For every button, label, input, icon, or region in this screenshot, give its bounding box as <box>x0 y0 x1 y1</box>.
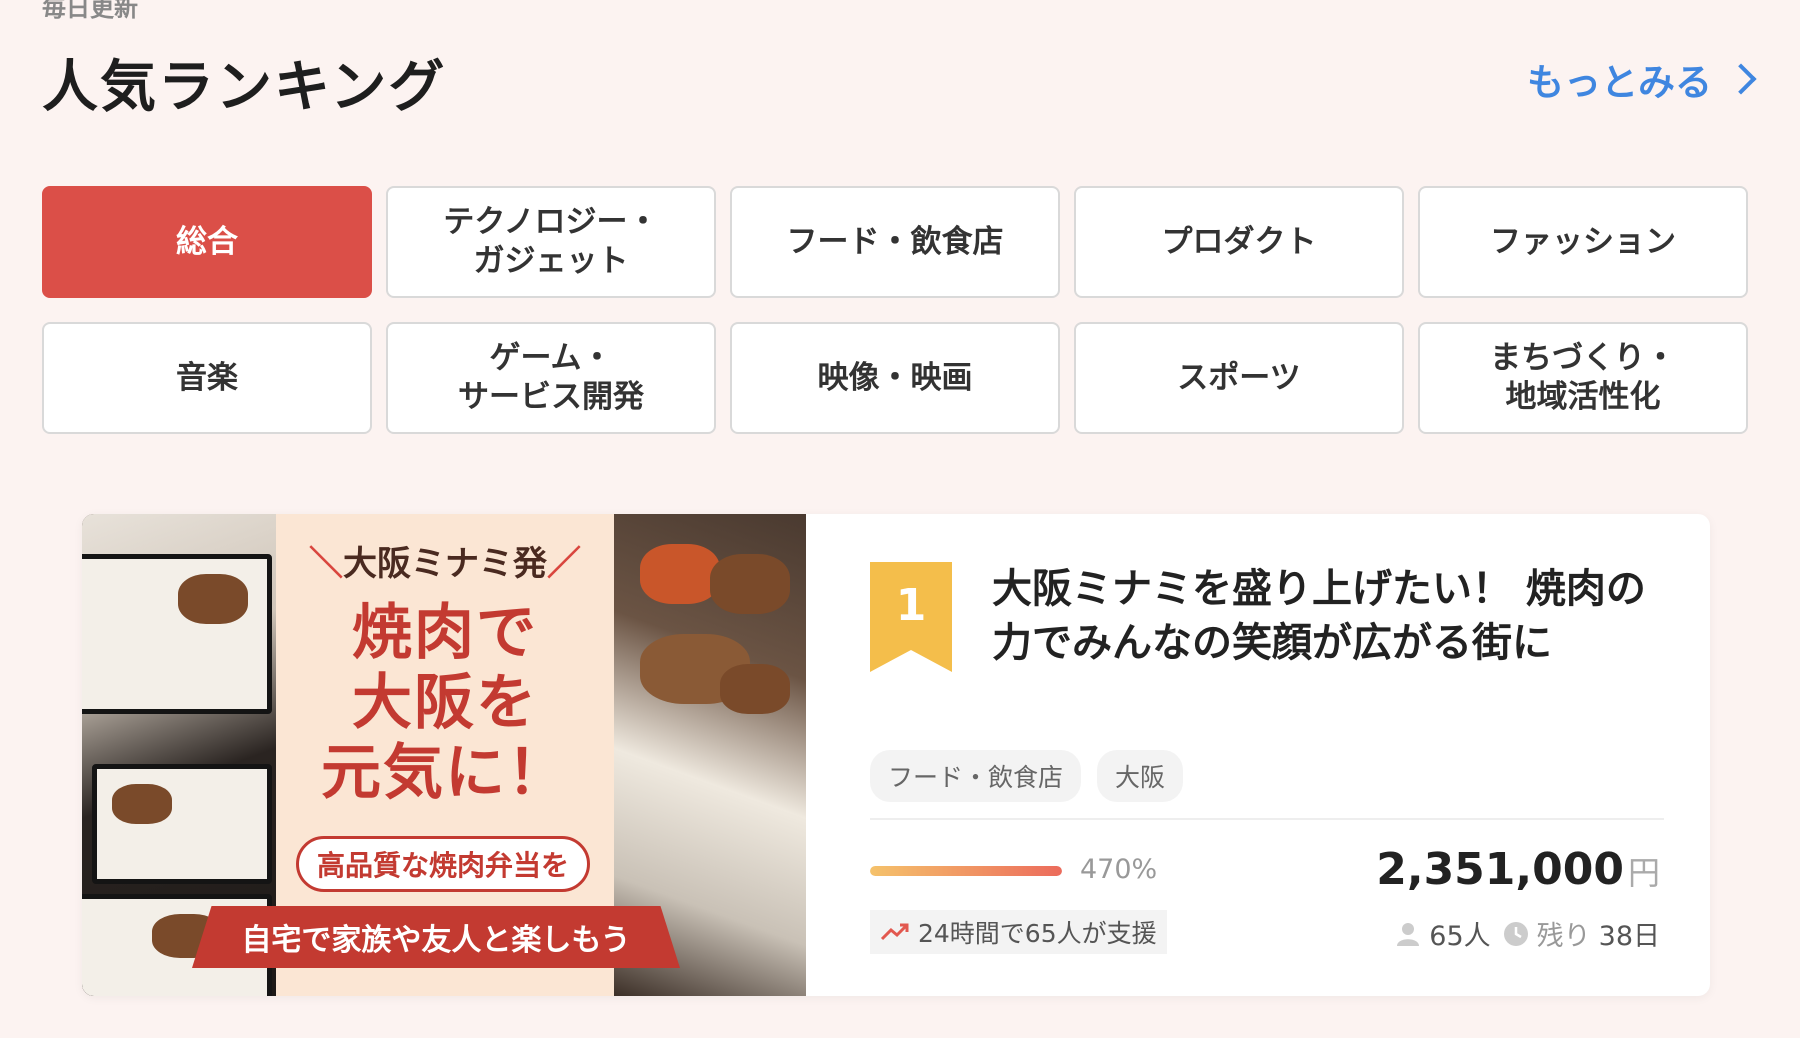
rank-number: 1 <box>895 580 927 631</box>
thumbnail-headline: 焼肉で 大阪を 元気に！ <box>321 598 569 809</box>
category-tab-food[interactable]: フード・飲食店 <box>730 186 1060 298</box>
category-tab-fashion[interactable]: ファッション <box>1418 186 1748 298</box>
category-tab-product[interactable]: プロダクト <box>1074 186 1404 298</box>
project-title[interactable]: 大阪ミナミを盛り上げたい！ 焼肉の力でみんなの笑顔が広がる街に <box>992 562 1652 670</box>
see-more-label: もっとみる <box>1527 61 1712 104</box>
funding-amount: 2,351,000 円 <box>1376 844 1660 895</box>
category-tab-sports[interactable]: スポーツ <box>1074 322 1404 434</box>
see-more-link[interactable]: もっとみる <box>1527 52 1757 106</box>
card-divider <box>870 818 1664 820</box>
remaining-stat: 残り 38日 <box>1503 914 1660 953</box>
page-title: 人気ランキング <box>42 55 447 120</box>
remaining-days: 38日 <box>1598 921 1660 952</box>
ranking-project-card[interactable]: ＼大阪ミナミ発／ 焼肉で 大阪を 元気に！ 高品質な焼肉弁当を 自宅で家族や友人… <box>82 514 1710 996</box>
thumbnail-kicker: 大阪ミナミ発 <box>343 544 547 584</box>
amount-unit: 円 <box>1627 854 1660 892</box>
recent-support-badge: 24時間で65人が支援 <box>870 910 1167 954</box>
funding-percent: 470% <box>1080 854 1158 885</box>
category-tab-technology[interactable]: テクノロジー・ ガジェット <box>386 186 716 298</box>
project-stats: 65人 残り 38日 <box>1395 914 1660 953</box>
clock-icon <box>1503 921 1528 946</box>
category-tab-game[interactable]: ゲーム・ サービス開発 <box>386 322 716 434</box>
update-frequency-label: 毎日更新 <box>42 0 138 22</box>
thumbnail-banner: 自宅で家族や友人と楽しもう <box>192 906 680 968</box>
category-tab-music[interactable]: 音楽 <box>42 322 372 434</box>
tag-category[interactable]: フード・飲食店 <box>870 750 1082 802</box>
category-tabs: 総合 テクノロジー・ ガジェット フード・飲食店 プロダクト ファッション 音楽… <box>42 186 1750 434</box>
category-tab-overall[interactable]: 総合 <box>42 186 372 298</box>
thumbnail-pill: 高品質な焼肉弁当を <box>296 836 590 892</box>
trending-up-icon <box>880 923 909 941</box>
supporters-count: 65人 <box>1429 921 1491 952</box>
project-thumbnail: ＼大阪ミナミ発／ 焼肉で 大阪を 元気に！ 高品質な焼肉弁当を 自宅で家族や友人… <box>82 514 806 996</box>
tag-region[interactable]: 大阪 <box>1097 750 1184 802</box>
funding-progress-fill <box>870 866 1062 876</box>
category-tab-community[interactable]: まちづくり・ 地域活性化 <box>1418 322 1748 434</box>
person-icon <box>1397 922 1420 946</box>
project-tags: フード・飲食店 大阪 <box>870 750 1184 802</box>
chevron-right-icon <box>1725 63 1757 95</box>
rank-badge: 1 <box>870 562 952 672</box>
category-tab-film[interactable]: 映像・映画 <box>730 322 1060 434</box>
amount-value: 2,351,000 <box>1376 844 1624 895</box>
recent-support-text: 24時間で65人が支援 <box>918 919 1157 948</box>
remaining-label: 残り <box>1536 921 1591 952</box>
supporters-stat: 65人 <box>1395 914 1491 953</box>
funding-progress-bar <box>870 866 1062 876</box>
